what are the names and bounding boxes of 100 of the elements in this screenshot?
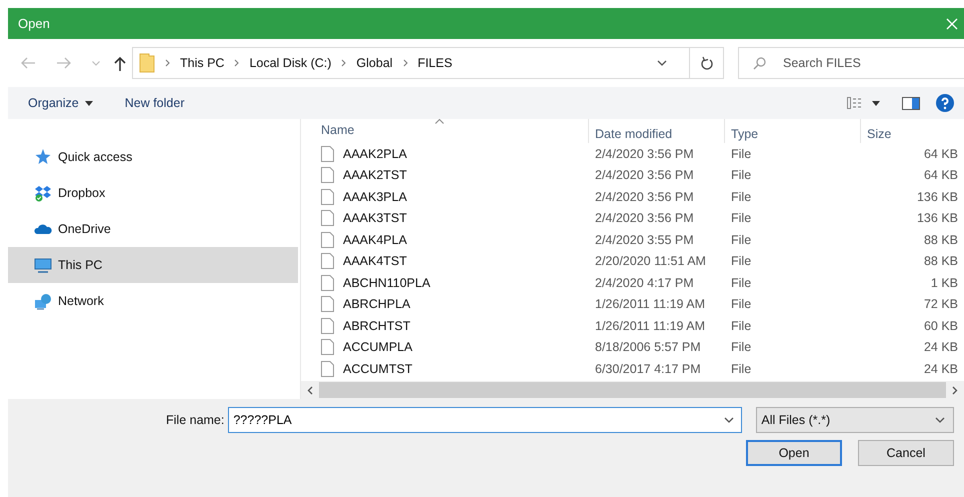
sort-caret-icon[interactable] xyxy=(435,119,444,124)
chevron-right-icon xyxy=(402,59,408,67)
open-button[interactable]: Open xyxy=(746,440,842,466)
dropbox-icon xyxy=(34,184,52,202)
horizontal-scrollbar[interactable] xyxy=(301,381,964,399)
column-header[interactable]: Date modified xyxy=(589,119,725,143)
dropdown-caret-icon[interactable] xyxy=(657,60,667,66)
file-icon xyxy=(321,253,334,270)
file-icon xyxy=(321,232,334,248)
help-icon[interactable] xyxy=(936,94,954,112)
file-icon xyxy=(321,296,334,312)
table-cell: 2/4/2020 3:55 PM xyxy=(595,232,694,247)
scroll-left-icon[interactable] xyxy=(307,386,313,394)
table-cell: 88 KB xyxy=(924,232,958,247)
table-cell: File xyxy=(731,362,752,376)
dropdown-caret-icon xyxy=(935,417,945,423)
chevron-right-icon xyxy=(341,59,346,67)
caret-down-icon xyxy=(84,100,93,106)
close-icon[interactable] xyxy=(946,18,958,30)
sidebar-item[interactable]: OneDrive xyxy=(8,211,298,247)
table-cell: 60 KB xyxy=(924,318,958,333)
table-cell: 8/18/2006 5:57 PM xyxy=(595,340,701,354)
star-icon xyxy=(34,148,52,166)
file-name[interactable]: ACCUMPLA xyxy=(343,340,412,354)
table-cell: 1/26/2011 11:19 AM xyxy=(595,297,706,312)
chevron-right-icon xyxy=(165,59,170,67)
table-cell: File xyxy=(731,254,752,268)
refresh-icon xyxy=(700,56,712,70)
table-cell: 2/4/2020 3:56 PM xyxy=(595,146,694,161)
file-name[interactable]: AAAK3PLA xyxy=(343,190,407,204)
folder-icon xyxy=(139,53,155,73)
table-cell: File xyxy=(731,168,752,182)
table-cell: 2/4/2020 3:56 PM xyxy=(595,211,694,226)
sidebar-item[interactable]: This PC xyxy=(8,247,298,283)
scrollbar-thumb[interactable] xyxy=(319,382,946,398)
file-icon xyxy=(321,167,334,184)
sidebar-item[interactable]: Dropbox xyxy=(8,175,298,211)
table-cell: File xyxy=(731,232,752,247)
file-icon xyxy=(321,339,334,356)
table-cell: File xyxy=(731,276,752,290)
table-cell: 24 KB xyxy=(924,340,958,354)
file-icon xyxy=(321,318,334,334)
address-bar[interactable]: This PC Local Disk (C:) Global FILES xyxy=(132,47,690,79)
search-field[interactable]: Search FILES xyxy=(738,47,964,79)
table-cell: 2/4/2020 4:17 PM xyxy=(595,276,694,290)
column-header[interactable]: Size xyxy=(861,119,964,143)
file-name[interactable]: ABRCHPLA xyxy=(343,297,410,312)
file-name[interactable]: AAAK4TST xyxy=(343,254,407,268)
file-icon xyxy=(321,274,334,291)
table-cell: 1/26/2011 11:19 AM xyxy=(595,318,706,333)
file-name[interactable]: ABCHN110PLA xyxy=(343,276,430,290)
column-header[interactable]: Type xyxy=(725,119,861,143)
table-cell: File xyxy=(731,190,752,204)
file-name[interactable]: AAAK4PLA xyxy=(343,232,407,247)
file-name-field[interactable]: ?????PLA xyxy=(228,407,742,433)
view-options-icon[interactable] xyxy=(847,97,864,109)
cancel-button[interactable]: Cancel xyxy=(858,440,954,466)
file-name[interactable]: AAAK2TST xyxy=(343,168,407,182)
sidebar-item[interactable]: Network xyxy=(8,283,298,319)
table-cell: File xyxy=(731,146,752,161)
preview-pane-icon[interactable] xyxy=(902,96,920,110)
file-icon xyxy=(321,210,334,226)
table-cell: File xyxy=(731,340,752,354)
breadcrumb-item[interactable]: Local Disk (C:) xyxy=(249,56,332,70)
file-type-dropdown[interactable]: All Files (*.*) xyxy=(756,407,954,433)
new-folder-button[interactable]: New folder xyxy=(124,94,184,112)
table-cell: 72 KB xyxy=(924,297,958,312)
table-cell: 6/30/2017 4:17 PM xyxy=(595,362,701,376)
computer-icon xyxy=(34,256,52,274)
column-header[interactable]: Name xyxy=(321,123,354,137)
table-cell: 2/4/2020 3:56 PM xyxy=(595,168,694,182)
scroll-right-icon[interactable] xyxy=(952,386,958,394)
dropdown-caret-icon xyxy=(724,417,734,423)
table-cell: 136 KB xyxy=(916,190,958,204)
sidebar-item[interactable]: Quick access xyxy=(8,139,298,175)
breadcrumb-item[interactable]: This PC xyxy=(180,56,224,70)
organize-menu-button[interactable]: Organize xyxy=(28,94,93,112)
file-icon xyxy=(321,188,334,205)
network-icon xyxy=(34,292,52,310)
file-name[interactable]: ACCUMTST xyxy=(343,362,412,376)
table-cell: 88 KB xyxy=(924,254,958,268)
window-title: Open xyxy=(18,16,51,31)
table-cell: 64 KB xyxy=(924,146,958,161)
refresh-button[interactable] xyxy=(690,47,724,79)
table-cell: 1 KB xyxy=(930,276,958,290)
file-icon xyxy=(321,360,334,377)
file-name[interactable]: ABRCHTST xyxy=(343,318,410,333)
table-cell: 2/4/2020 3:56 PM xyxy=(595,190,694,204)
table-cell: 136 KB xyxy=(916,211,958,226)
breadcrumb-item[interactable]: Global xyxy=(356,56,393,70)
breadcrumb-item[interactable]: FILES xyxy=(418,56,452,70)
field-label: File name: xyxy=(166,413,224,427)
file-name[interactable]: AAAK2PLA xyxy=(343,146,407,161)
file-name[interactable]: AAAK3TST xyxy=(343,211,407,226)
caret-down-icon[interactable] xyxy=(872,100,880,106)
file-icon xyxy=(321,146,334,162)
table-cell: 64 KB xyxy=(924,168,958,182)
table-cell: File xyxy=(731,318,752,333)
table-cell: 2/20/2020 11:51 AM xyxy=(595,254,706,268)
up-arrow-icon[interactable] xyxy=(114,56,126,70)
